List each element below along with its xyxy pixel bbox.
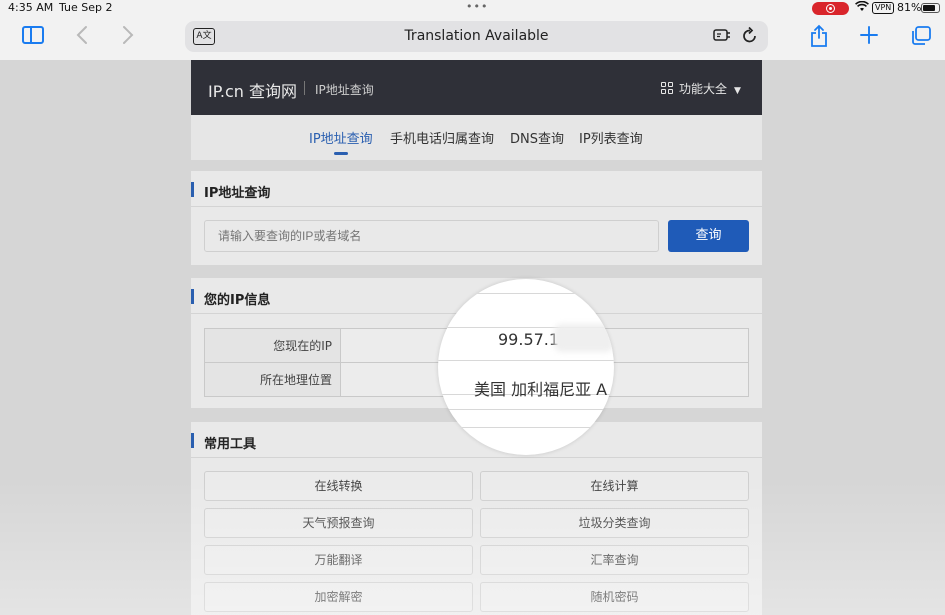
tools-card: 常用工具 在线转换 在线计算 天气预报查询 垃圾分类查询 万能翻译 汇率查询 加… [191, 422, 762, 615]
site-nav: IP地址查询 手机电话归属查询 DNS查询 IP列表查询 [191, 115, 762, 160]
reload-icon[interactable] [742, 26, 758, 49]
location-value: 美国 加利福尼亚 A [474, 380, 608, 399]
features-menu-label: 功能大全 [679, 82, 728, 96]
search-input[interactable] [204, 220, 659, 252]
sidebar-icon[interactable] [22, 26, 44, 44]
tab-dns-lookup[interactable]: DNS查询 [510, 128, 564, 147]
search-button[interactable]: 查询 [668, 220, 749, 252]
site-subtitle: IP地址查询 [315, 83, 374, 97]
battery-icon [921, 3, 940, 13]
tab-overview-icon[interactable] [910, 26, 932, 49]
active-tab-indicator [334, 152, 348, 155]
tool-online-calc[interactable]: 在线计算 [480, 471, 749, 501]
ip-key: 您现在的IP [204, 328, 341, 363]
tab-phone-lookup[interactable]: 手机电话归属查询 [390, 128, 494, 147]
browser-toolbar: A文 Translation Available [0, 16, 945, 60]
address-title[interactable]: Translation Available [185, 28, 768, 44]
battery-percent: 81% [897, 1, 922, 14]
page-menu-icon[interactable] [713, 27, 731, 47]
tool-translate[interactable]: 万能翻译 [204, 545, 473, 575]
search-card: IP地址查询 查询 [191, 171, 762, 265]
card-title: IP地址查询 [191, 171, 762, 207]
tool-garbage-sort[interactable]: 垃圾分类查询 [480, 508, 749, 538]
vpn-badge: VPN [872, 2, 895, 14]
screen-recording-icon [812, 2, 849, 15]
forward-chevron-icon[interactable] [122, 25, 134, 48]
ip-value: 99.57.1 [498, 330, 560, 349]
wifi-icon [855, 0, 869, 15]
site-logo[interactable]: IP.cn 查询网 [208, 78, 297, 102]
address-bar[interactable]: A文 Translation Available [185, 21, 768, 52]
redacted-blur [554, 324, 614, 352]
tool-encrypt[interactable]: 加密解密 [204, 582, 473, 612]
status-date: Tue Sep 2 [59, 1, 113, 14]
tool-random-password[interactable]: 随机密码 [480, 582, 749, 612]
tools-card-title: 常用工具 [204, 437, 257, 452]
status-time: 4:35 AM [8, 1, 54, 14]
ip-card-title: 您的IP信息 [204, 293, 271, 308]
grid-icon [661, 82, 674, 95]
tool-exchange-rate[interactable]: 汇率查询 [480, 545, 749, 575]
status-bar: 4:35 AM Tue Sep 2 ••• VPN 81% [0, 0, 945, 16]
new-tab-plus-icon[interactable] [860, 26, 878, 47]
tool-weather[interactable]: 天气预报查询 [204, 508, 473, 538]
features-menu[interactable]: 功能大全 ▼ [661, 80, 741, 97]
search-card-title: IP地址查询 [204, 186, 271, 201]
share-icon[interactable] [810, 24, 828, 51]
back-chevron-icon[interactable] [76, 25, 88, 48]
tab-ip-list[interactable]: IP列表查询 [579, 128, 643, 147]
header-divider [304, 81, 305, 95]
magnifier-spotlight: 99.57.1 美国 加利福尼亚 A [438, 279, 614, 455]
location-key: 所在地理位置 [204, 362, 341, 397]
site-header: IP.cn 查询网 IP地址查询 功能大全 ▼ [191, 60, 762, 115]
multitasking-dots-icon[interactable]: ••• [466, 0, 488, 13]
tool-online-convert[interactable]: 在线转换 [204, 471, 473, 501]
caret-down-icon: ▼ [734, 86, 741, 96]
tab-ip-lookup[interactable]: IP地址查询 [309, 128, 373, 147]
